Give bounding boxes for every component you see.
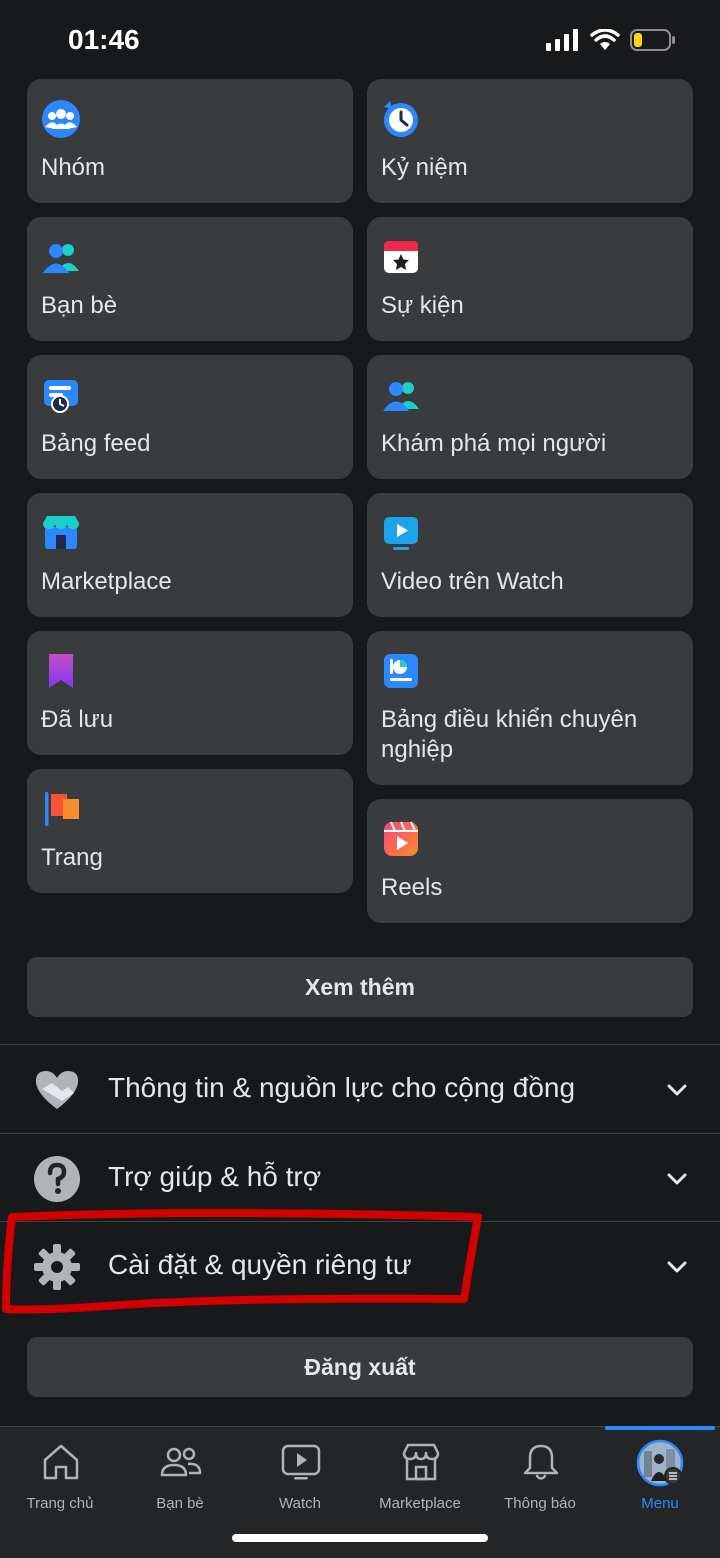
tab-friends[interactable]: Bạn bè [120,1427,240,1527]
tile-label: Đã lưu [41,706,114,733]
tile-marketplace[interactable]: Marketplace [27,493,353,617]
tile-label: Sự kiện [381,292,464,319]
home-icon [43,1444,79,1480]
tile-label: Bảng điều khiển chuyên nghiệp [381,706,638,763]
tile-events[interactable]: Sự kiện [367,217,693,341]
tile-label: Bảng feed [41,430,151,457]
tile-groups[interactable]: Nhóm [27,79,353,203]
logout-button[interactable]: Đăng xuất [27,1337,693,1397]
friends-outline-icon [160,1447,202,1477]
bookmark-icon [49,654,73,688]
status-bar: 01:46 [0,0,720,80]
groups-icon [42,100,80,138]
people-icon [383,382,419,411]
tile-watch-video[interactable]: Video trên Watch [367,493,693,617]
tile-friends[interactable]: Bạn bè [27,217,353,341]
tab-menu[interactable]: Menu [600,1426,720,1527]
tile-label: Khám phá mọi người [381,430,607,457]
chevron-down-icon [667,1261,687,1273]
tile-discover-people[interactable]: Khám phá mọi người [367,355,693,479]
tile-feeds[interactable]: Bảng feed [27,355,353,479]
handshake-heart-icon [35,1071,79,1109]
tab-watch[interactable]: Watch [240,1427,360,1527]
store-icon [402,1443,440,1481]
see-more-button[interactable]: Xem thêm [27,957,693,1017]
section-label: Trợ giúp & hỗ trợ [108,1161,322,1192]
tab-label: Watch [279,1495,321,1512]
tab-label: Thông báo [504,1495,576,1512]
status-icons [546,28,676,52]
tile-label: Bạn bè [41,292,118,319]
tile-label: Marketplace [41,568,172,595]
tile-label: Kỷ niệm [381,154,468,181]
question-icon [34,1156,80,1202]
home-indicator [232,1534,488,1542]
memories-clock-icon [384,101,418,137]
tile-label: Video trên Watch [381,568,564,595]
status-time: 01:46 [68,24,140,55]
tab-label: Marketplace [379,1495,461,1512]
avatar [636,1439,684,1487]
calendar-icon [384,241,418,273]
tile-label: Nhóm [41,154,106,181]
tile-reels[interactable]: Reels [367,799,693,923]
watch-icon [281,1444,321,1480]
tile-label: Trang [41,844,103,871]
friends-icon [43,244,79,273]
tile-saved[interactable]: Đã lưu [27,631,353,755]
tab-home[interactable]: Trang chủ [0,1427,120,1527]
tab-label: Bạn bè [156,1495,204,1512]
highlight-annotation [2,1209,482,1314]
section-community-resources[interactable]: Thông tin & nguồn lực cho cộng đồng [0,1045,720,1133]
tile-professional-dashboard[interactable]: Bảng điều khiển chuyên nghiệp [367,631,693,785]
tab-active-indicator [605,1426,715,1430]
dashboard-icon [384,654,418,688]
signal-icon [546,29,578,51]
marketplace-icon [43,516,79,549]
section-label: Thông tin & nguồn lực cho cộng đồng [108,1072,576,1103]
chevron-down-icon [667,1084,687,1096]
bell-icon [523,1444,559,1480]
tab-label: Menu [641,1495,679,1512]
video-icon [384,517,418,550]
tab-notifications[interactable]: Thông báo [480,1427,600,1527]
tile-label: Reels [381,874,443,901]
tile-pages[interactable]: Trang [27,769,353,893]
chevron-down-icon [667,1173,687,1185]
battery-icon [630,29,675,51]
flag-icon [45,792,79,826]
tile-memories[interactable]: Kỷ niệm [367,79,693,203]
wifi-icon [590,29,620,50]
tab-label: Trang chủ [26,1495,94,1512]
reels-icon [384,821,418,856]
tab-marketplace[interactable]: Marketplace [360,1427,480,1527]
feeds-icon [44,380,78,413]
